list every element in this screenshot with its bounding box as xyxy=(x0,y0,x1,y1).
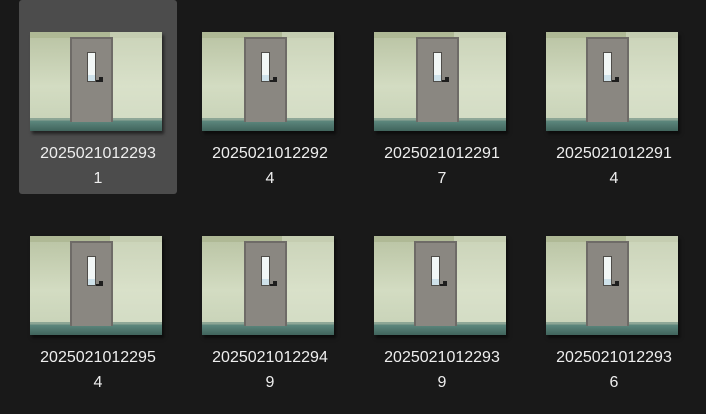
file-grid: 2025021012293 1 2025021012292 4 20250210… xyxy=(0,0,706,414)
file-item-6[interactable]: 2025021012294 9 xyxy=(191,204,349,398)
photo-thumbnail-icon xyxy=(546,32,678,131)
photo-thumbnail-icon xyxy=(30,32,162,131)
photo-thumbnail-icon xyxy=(374,32,506,131)
photo-thumbnail-icon xyxy=(202,32,334,131)
file-name: 2025021012292 4 xyxy=(212,145,328,187)
photo-thumbnail-icon xyxy=(30,236,162,335)
file-name: 2025021012293 1 xyxy=(40,145,156,187)
file-item-2[interactable]: 2025021012292 4 xyxy=(191,0,349,194)
file-item-4[interactable]: 2025021012291 4 xyxy=(535,0,693,194)
file-name: 2025021012291 7 xyxy=(384,145,500,187)
file-item-7[interactable]: 2025021012293 9 xyxy=(363,204,521,398)
file-name: 2025021012293 9 xyxy=(384,349,500,391)
photo-thumbnail-icon xyxy=(546,236,678,335)
file-item-8[interactable]: 2025021012293 6 xyxy=(535,204,693,398)
file-item-1[interactable]: 2025021012293 1 xyxy=(19,0,177,194)
file-name: 2025021012295 4 xyxy=(40,349,156,391)
file-name: 2025021012293 6 xyxy=(556,349,672,391)
file-item-5[interactable]: 2025021012295 4 xyxy=(19,204,177,398)
photo-thumbnail-icon xyxy=(374,236,506,335)
file-name: 2025021012291 4 xyxy=(556,145,672,187)
file-name: 2025021012294 9 xyxy=(212,349,328,391)
file-item-3[interactable]: 2025021012291 7 xyxy=(363,0,521,194)
photo-thumbnail-icon xyxy=(202,236,334,335)
